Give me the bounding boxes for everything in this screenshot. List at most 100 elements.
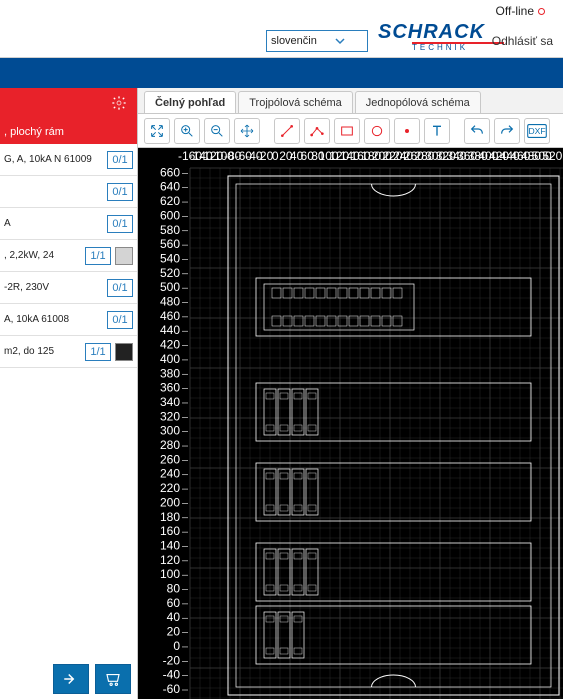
item-label: A, 10kA 61008: [4, 314, 103, 325]
toolbar: DXF: [138, 114, 563, 148]
offline-indicator: Off-line: [496, 4, 545, 18]
tab-trojpólová-schéma[interactable]: Trojpólová schéma: [238, 91, 353, 113]
brand-logo: SCHRACK TECHNIK: [378, 22, 506, 52]
svg-text:660: 660: [160, 165, 180, 179]
move-icon[interactable]: [234, 118, 260, 144]
sidebar-footer: [0, 659, 137, 699]
cart-button[interactable]: [95, 664, 131, 694]
main-panel: Čelný pohľadTrojpólová schémaJednopólová…: [138, 88, 563, 699]
parts-list: G, A, 10kA N 61009 0/1 0/1 A 0/1 , 2,2kW, 24 1…: [0, 144, 137, 659]
svg-text:-40: -40: [163, 668, 181, 682]
svg-text:200: 200: [160, 495, 180, 509]
list-item[interactable]: A 0/1: [0, 208, 137, 240]
svg-text:540: 540: [160, 251, 180, 265]
item-qty[interactable]: 1/1: [85, 247, 111, 265]
svg-text:480: 480: [160, 295, 180, 309]
svg-text:280: 280: [160, 438, 180, 452]
app-header: Off-line slovenčina (Slovak) SCHRACK TEC…: [0, 0, 563, 58]
list-item[interactable]: -2R, 230V 0/1: [0, 272, 137, 304]
item-qty[interactable]: 0/1: [107, 215, 133, 233]
circle-icon[interactable]: [364, 118, 390, 144]
list-item[interactable]: A, 10kA 61008 0/1: [0, 304, 137, 336]
polyline-icon[interactable]: [304, 118, 330, 144]
item-qty[interactable]: 0/1: [107, 311, 133, 329]
offline-label: Off-line: [496, 4, 534, 18]
item-qty[interactable]: 0/1: [107, 151, 133, 169]
list-item[interactable]: , 2,2kW, 24 1/1: [0, 240, 137, 272]
svg-text:260: 260: [160, 452, 180, 466]
gear-icon[interactable]: [111, 95, 127, 114]
item-thumb-icon: [115, 343, 133, 361]
svg-text:140: 140: [160, 538, 180, 552]
svg-text:100: 100: [160, 567, 180, 581]
svg-text:0: 0: [173, 639, 180, 653]
svg-text:0: 0: [272, 149, 279, 163]
svg-text:640: 640: [160, 180, 180, 194]
svg-text:520: 520: [160, 266, 180, 280]
list-item[interactable]: m2, do 125 1/1: [0, 336, 137, 368]
text-icon[interactable]: [424, 118, 450, 144]
sidebar-header: [0, 88, 137, 120]
svg-text:60: 60: [167, 596, 181, 610]
svg-text:420: 420: [160, 338, 180, 352]
zoom-out-icon[interactable]: [204, 118, 230, 144]
export-button[interactable]: [53, 664, 89, 694]
chevron-down-icon: [317, 34, 363, 48]
svg-text:80: 80: [167, 582, 181, 596]
svg-text:320: 320: [160, 409, 180, 423]
svg-text:440: 440: [160, 323, 180, 337]
svg-text:-60: -60: [163, 682, 181, 696]
item-label: G, A, 10kA N 61009: [4, 154, 103, 165]
svg-text:500: 500: [160, 280, 180, 294]
item-label: A: [4, 218, 103, 229]
tab-jednopólová-schéma[interactable]: Jednopólová schéma: [355, 91, 481, 113]
item-label: m2, do 125: [4, 346, 81, 357]
svg-text:-20: -20: [163, 653, 181, 667]
svg-text:520: 520: [542, 149, 562, 163]
svg-text:20: 20: [167, 625, 181, 639]
zoom-in-icon[interactable]: [174, 118, 200, 144]
svg-text:600: 600: [160, 208, 180, 222]
svg-text:580: 580: [160, 223, 180, 237]
item-label: , 2,2kW, 24: [4, 250, 81, 261]
svg-text:180: 180: [160, 510, 180, 524]
drawing-canvas[interactable]: -160-140-120-100-80-60-40-20020406080100…: [138, 148, 563, 699]
sidebar-subtitle: , plochý rám: [0, 120, 137, 144]
redo-icon[interactable]: [494, 118, 520, 144]
undo-icon[interactable]: [464, 118, 490, 144]
svg-text:380: 380: [160, 366, 180, 380]
item-qty[interactable]: 0/1: [107, 279, 133, 297]
item-qty[interactable]: 1/1: [85, 343, 111, 361]
list-item[interactable]: G, A, 10kA N 61009 0/1: [0, 144, 137, 176]
brand-main: SCHRACK: [378, 22, 506, 42]
language-selector[interactable]: slovenčina (Slovak): [266, 30, 368, 52]
svg-text:240: 240: [160, 467, 180, 481]
svg-text:560: 560: [160, 237, 180, 251]
svg-text:120: 120: [160, 553, 180, 567]
svg-text:160: 160: [160, 524, 180, 538]
offline-dot-icon: [538, 8, 545, 15]
view-tabs: Čelný pohľadTrojpólová schémaJednopólová…: [138, 88, 563, 114]
svg-text:360: 360: [160, 381, 180, 395]
dot-icon[interactable]: [394, 118, 420, 144]
pan-icon[interactable]: [144, 118, 170, 144]
svg-text:620: 620: [160, 194, 180, 208]
language-value: slovenčina (Slovak): [271, 35, 317, 47]
list-item[interactable]: 0/1: [0, 176, 137, 208]
item-label: -2R, 230V: [4, 282, 103, 293]
svg-text:300: 300: [160, 424, 180, 438]
item-qty[interactable]: 0/1: [107, 183, 133, 201]
tab-čelný-pohľad[interactable]: Čelný pohľad: [144, 91, 236, 113]
svg-text:DXF: DXF: [528, 125, 545, 135]
rect-icon[interactable]: [334, 118, 360, 144]
item-thumb-icon: [115, 247, 133, 265]
svg-text:220: 220: [160, 481, 180, 495]
dxf-icon[interactable]: DXF: [524, 118, 550, 144]
svg-text:460: 460: [160, 309, 180, 323]
logout-link[interactable]: Odhlásiť sa: [492, 34, 553, 48]
svg-text:40: 40: [167, 610, 181, 624]
line-icon[interactable]: [274, 118, 300, 144]
sidebar: , plochý rám G, A, 10kA N 61009 0/1 0/1 A 0/…: [0, 88, 138, 699]
svg-text:400: 400: [160, 352, 180, 366]
svg-text:340: 340: [160, 395, 180, 409]
